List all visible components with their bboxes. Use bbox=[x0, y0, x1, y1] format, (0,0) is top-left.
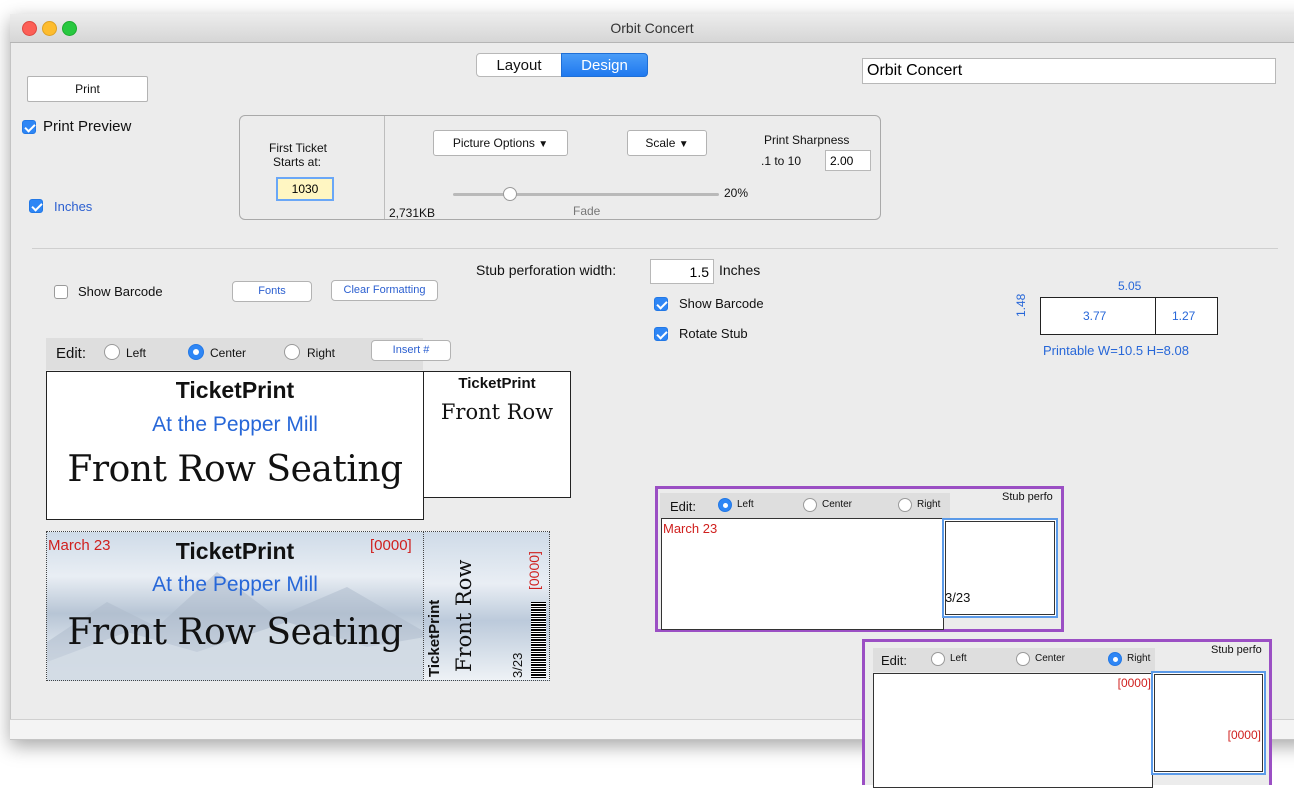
align-right-radio[interactable] bbox=[284, 344, 300, 360]
preview-stub-seating-text: Front Row bbox=[452, 559, 476, 672]
first-ticket-label-1: First Ticket bbox=[269, 141, 328, 155]
rotate-stub-checkbox[interactable] bbox=[654, 327, 668, 341]
right-align-callout: Edit: Left Center Right Stub perfo [0000… bbox=[862, 639, 1272, 788]
callout2-left-label: Left bbox=[950, 653, 967, 664]
main-width-label: 3.77 bbox=[1083, 309, 1107, 323]
sharpness-range-label: .1 to 10 bbox=[761, 154, 802, 168]
stub-show-barcode-label: Show Barcode bbox=[679, 296, 764, 311]
stub-perforation-input[interactable] bbox=[650, 259, 714, 284]
ticket-venue-text: At the Pepper Mill bbox=[152, 413, 318, 436]
callout-center-label: Center bbox=[822, 499, 853, 510]
callout2-stub-perf-label: Stub perfo bbox=[1211, 644, 1262, 656]
callout-right-radio[interactable] bbox=[898, 498, 912, 512]
callout-center-radio[interactable] bbox=[803, 498, 817, 512]
callout2-stub-text: [0000] bbox=[1227, 728, 1261, 742]
picture-options-dropdown[interactable]: Picture Options ▼ bbox=[433, 130, 568, 156]
callout2-left-radio[interactable] bbox=[931, 652, 945, 666]
scale-dropdown[interactable]: Scale ▼ bbox=[627, 130, 707, 156]
left-align-callout: Edit: Left Center Right Stub perfo March… bbox=[655, 486, 1064, 632]
title-bar[interactable]: Orbit Concert bbox=[10, 14, 1294, 43]
scale-label: Scale bbox=[645, 136, 676, 150]
group-divider bbox=[384, 116, 385, 219]
preview-stub-title-text: TicketPrint bbox=[426, 599, 443, 677]
callout-left-label: Left bbox=[737, 499, 754, 510]
callout-stub-editor[interactable]: 3/23 bbox=[942, 518, 1058, 618]
chevron-down-icon: ▼ bbox=[538, 139, 549, 150]
barcode-image bbox=[531, 602, 546, 678]
first-ticket-label-2: Starts at: bbox=[273, 155, 322, 169]
show-barcode-checkbox[interactable] bbox=[54, 285, 68, 299]
callout2-main-editor[interactable]: [0000] bbox=[873, 673, 1153, 788]
align-right-label: Right bbox=[307, 346, 336, 360]
insert-number-button[interactable]: Insert # bbox=[371, 340, 451, 361]
callout2-edit-label: Edit: bbox=[881, 653, 908, 668]
preview-stub-number-text: [0000] bbox=[526, 551, 542, 590]
ticket-main-editor[interactable]: TicketPrint At the Pepper Mill Front Row… bbox=[46, 371, 424, 520]
align-center-radio[interactable] bbox=[188, 344, 204, 360]
fade-percent: 20% bbox=[724, 186, 749, 200]
clear-formatting-button[interactable]: Clear Formatting bbox=[331, 280, 438, 301]
print-sharpness-label: Print Sharpness bbox=[764, 133, 850, 147]
stub-show-barcode-checkbox[interactable] bbox=[654, 297, 668, 311]
stub-seating-text: Front Row bbox=[440, 400, 554, 424]
fonts-button[interactable]: Fonts bbox=[232, 281, 312, 302]
callout2-right-label: Right bbox=[1127, 653, 1151, 664]
callout-stub-text: 3/23 bbox=[945, 590, 971, 605]
picture-options-label: Picture Options bbox=[452, 136, 535, 150]
total-width-label: 5.05 bbox=[1118, 279, 1142, 293]
fade-slider-track[interactable] bbox=[453, 193, 719, 196]
stub-title-text: TicketPrint bbox=[458, 375, 536, 392]
file-size-label: 2,731KB bbox=[389, 206, 436, 220]
fade-slider-thumb[interactable] bbox=[503, 187, 517, 201]
job-name-field[interactable] bbox=[862, 58, 1276, 84]
inches-label: Inches bbox=[54, 199, 93, 214]
print-preview-label: Print Preview bbox=[43, 118, 132, 135]
preview-stub-date-text: 3/23 bbox=[510, 652, 525, 678]
align-center-label: Center bbox=[210, 346, 247, 360]
rotate-stub-label: Rotate Stub bbox=[679, 326, 748, 341]
print-button[interactable]: Print bbox=[27, 76, 148, 102]
ticket-stub-editor[interactable]: TicketPrint Front Row bbox=[423, 371, 571, 498]
inches-checkbox[interactable] bbox=[29, 199, 43, 213]
callout-stub-perf-label: Stub perfo bbox=[1002, 491, 1053, 503]
callout-left-radio[interactable] bbox=[718, 498, 732, 512]
callout-right-label: Right bbox=[917, 499, 941, 510]
stub-perforation-label: Stub perforation width: bbox=[476, 262, 617, 278]
callout2-stub-editor[interactable]: [0000] bbox=[1151, 671, 1266, 775]
ticket-title-text: TicketPrint bbox=[175, 377, 295, 403]
show-barcode-label: Show Barcode bbox=[78, 284, 163, 299]
preview-title-text: TicketPrint bbox=[175, 538, 295, 564]
tab-design[interactable]: Design bbox=[561, 53, 648, 77]
callout2-center-radio[interactable] bbox=[1016, 652, 1030, 666]
callout2-right-radio[interactable] bbox=[1108, 652, 1122, 666]
printable-area-label: Printable W=10.5 H=8.08 bbox=[1043, 343, 1189, 358]
tab-layout[interactable]: Layout bbox=[476, 53, 562, 77]
callout-edit-label: Edit: bbox=[670, 499, 697, 514]
callout-main-text: March 23 bbox=[663, 521, 718, 536]
stub-width-label: 1.27 bbox=[1172, 309, 1196, 323]
ticket-preview-main: March 23 [0000] TicketPrint At the Peppe… bbox=[46, 531, 424, 681]
preview-seating-text: Front Row Seating bbox=[67, 612, 403, 653]
callout2-main-text: [0000] bbox=[1117, 676, 1151, 690]
ticket-preview-stub: TicketPrint Front Row [0000] 3/23 bbox=[423, 531, 550, 681]
callout-main-editor[interactable]: March 23 bbox=[661, 518, 944, 630]
print-sharpness-input[interactable] bbox=[825, 150, 871, 171]
dimension-divider bbox=[1155, 297, 1156, 335]
window-title: Orbit Concert bbox=[610, 20, 694, 36]
align-left-radio[interactable] bbox=[104, 344, 120, 360]
stub-perforation-unit: Inches bbox=[719, 262, 761, 278]
height-label: 1.48 bbox=[1014, 293, 1028, 317]
section-separator bbox=[32, 248, 1278, 249]
print-preview-checkbox[interactable] bbox=[22, 120, 36, 134]
ticket-seating-text: Front Row Seating bbox=[67, 449, 403, 490]
preview-venue-text: At the Pepper Mill bbox=[152, 573, 318, 596]
chevron-down-icon: ▼ bbox=[678, 139, 689, 150]
first-ticket-number-input[interactable] bbox=[276, 177, 334, 201]
callout2-center-label: Center bbox=[1035, 653, 1066, 664]
edit-label: Edit: bbox=[56, 345, 87, 362]
fade-label: Fade bbox=[573, 204, 601, 218]
align-left-label: Left bbox=[126, 346, 147, 360]
